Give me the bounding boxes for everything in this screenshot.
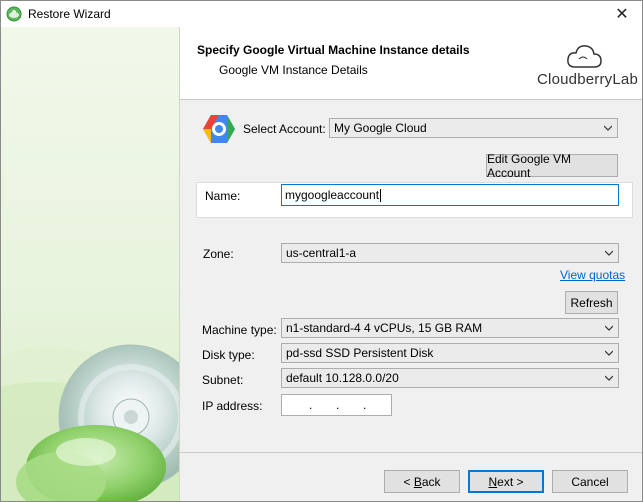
ip-address-input[interactable]: . . .	[281, 394, 392, 416]
chevron-down-icon	[605, 350, 613, 356]
disk-type-label: Disk type:	[202, 348, 255, 362]
edit-google-vm-account-button[interactable]: Edit Google VM Account	[486, 152, 618, 180]
zone-select-value: us-central1-a	[286, 246, 357, 260]
subnet-select-value: default 10.128.0.0/20	[286, 371, 399, 385]
cloud-disk-icon	[6, 6, 22, 22]
account-select[interactable]: My Google Cloud	[329, 118, 618, 138]
text-caret	[380, 189, 382, 203]
chevron-down-icon	[605, 250, 613, 256]
disk-type-select-value: pd-ssd SSD Persistent Disk	[286, 346, 434, 360]
ip-separator: .	[309, 398, 313, 412]
back-label-rest: ack	[421, 474, 441, 489]
account-label: Select Account:	[243, 122, 326, 136]
ip-separator: .	[363, 398, 367, 412]
wizard-header: Specify Google Virtual Machine Instance …	[180, 27, 642, 100]
back-button[interactable]: < Back	[384, 470, 460, 493]
disk-type-select[interactable]: pd-ssd SSD Persistent Disk	[281, 343, 619, 363]
zone-label: Zone:	[203, 247, 234, 261]
name-input[interactable]: mygoogleaccount	[281, 184, 619, 206]
subnet-select[interactable]: default 10.128.0.0/20	[281, 368, 619, 388]
sidebar-illustration	[1, 344, 179, 501]
chevron-down-icon	[605, 325, 613, 331]
page-title: Specify Google Virtual Machine Instance …	[197, 43, 470, 57]
view-quotas-link[interactable]: View quotas	[560, 268, 625, 282]
window-title: Restore Wizard	[28, 7, 111, 21]
restore-wizard-window: Restore Wizard ✕ Specify Google Virtual …	[0, 0, 643, 502]
account-select-value: My Google Cloud	[334, 121, 427, 135]
cancel-button[interactable]: Cancel	[552, 470, 628, 493]
page-subtitle: Google VM Instance Details	[219, 63, 368, 77]
name-label: Name:	[205, 189, 241, 203]
google-cloud-hexagon-icon	[203, 115, 235, 143]
machine-type-select[interactable]: n1-standard-4 4 vCPUs, 15 GB RAM	[281, 318, 619, 338]
logo-text: CloudberryLab	[537, 71, 638, 88]
refresh-button[interactable]: Refresh	[565, 291, 618, 314]
zone-select[interactable]: us-central1-a	[281, 243, 619, 263]
next-button[interactable]: Next >	[468, 470, 544, 493]
close-icon: ✕	[615, 6, 629, 23]
back-prefix: <	[403, 474, 414, 489]
machine-type-label: Machine type:	[202, 323, 277, 337]
chevron-down-icon	[605, 375, 613, 381]
next-mnemonic: N	[488, 474, 498, 489]
ip-separator: .	[336, 398, 340, 412]
close-button[interactable]: ✕	[602, 1, 642, 27]
next-label-rest: ext >	[497, 474, 524, 489]
chevron-down-icon	[604, 125, 612, 131]
name-input-value: mygoogleaccount	[285, 188, 380, 202]
wizard-sidebar	[1, 27, 180, 501]
title-bar: Restore Wizard ✕	[1, 1, 642, 27]
ip-address-label: IP address:	[202, 399, 263, 413]
back-mnemonic: B	[413, 474, 422, 489]
machine-type-select-value: n1-standard-4 4 vCPUs, 15 GB RAM	[286, 321, 483, 335]
subnet-label: Subnet:	[202, 373, 244, 387]
